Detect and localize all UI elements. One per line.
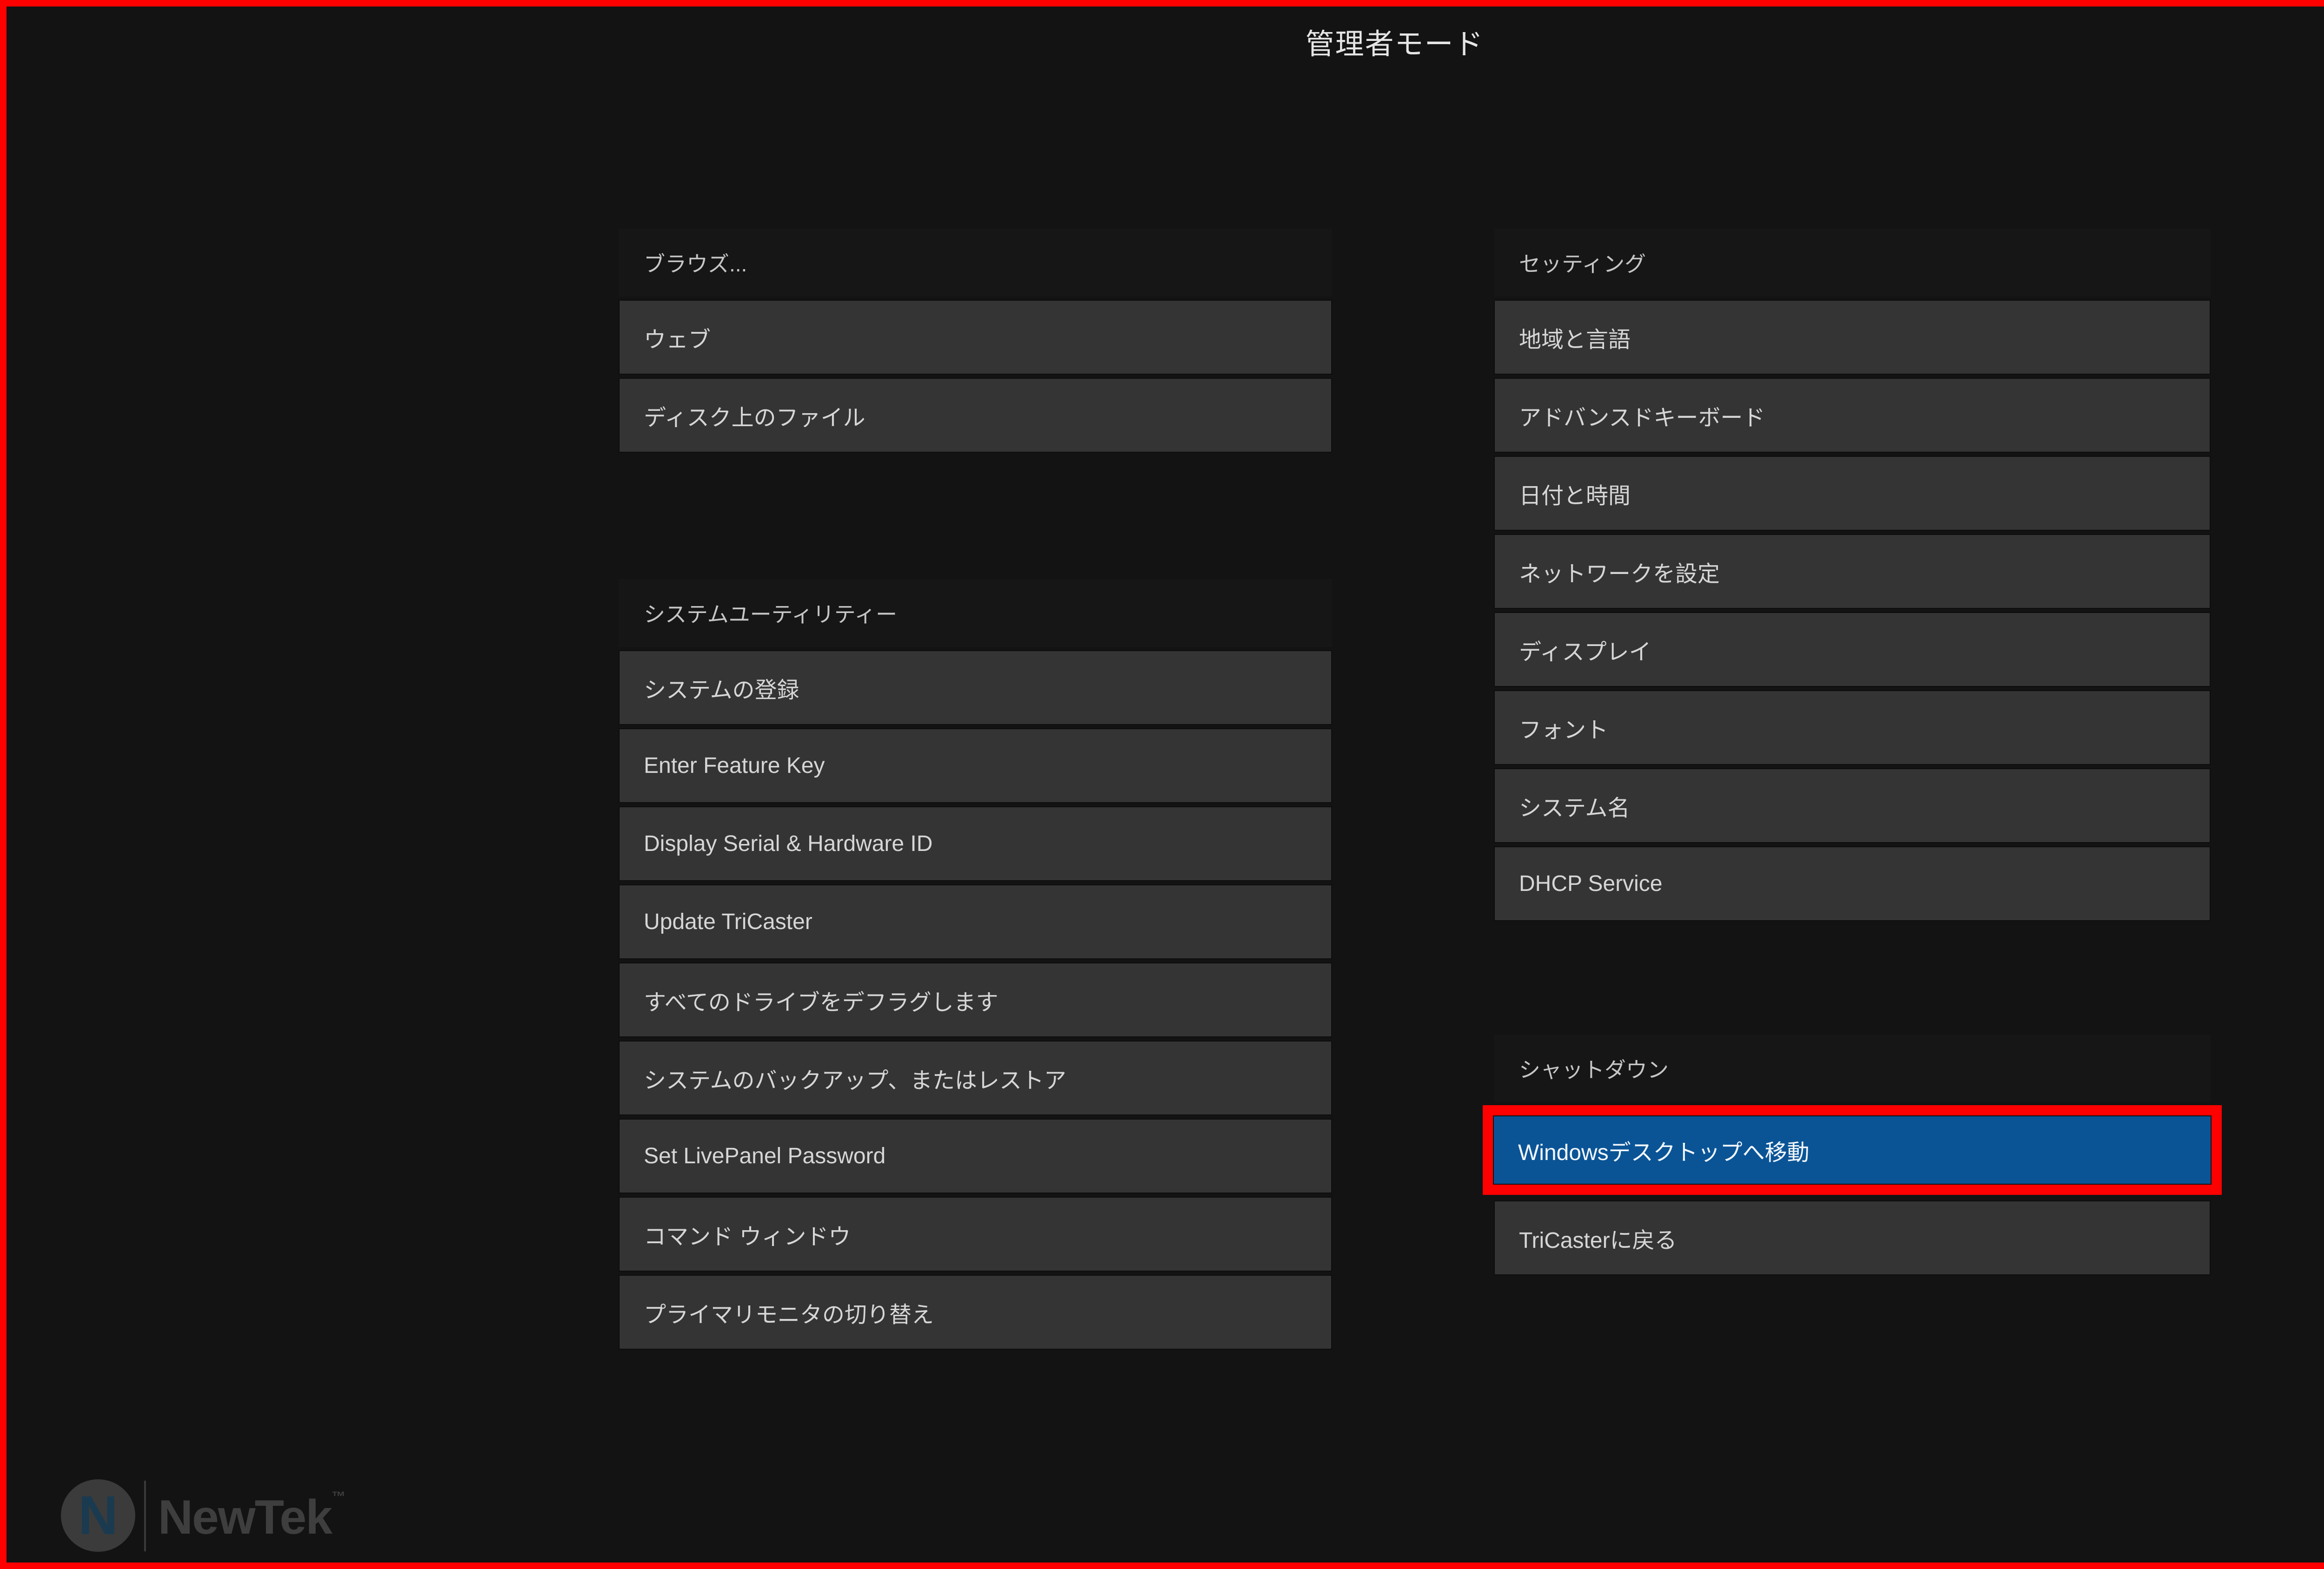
system-utilities-header: システムユーティリティー (619, 579, 1332, 647)
browse-section: ブラウズ... ウェブ ディスク上のファイル (619, 229, 1332, 453)
item-go-to-windows-desktop[interactable]: Windowsデスクトップへ移動 (1494, 1116, 2211, 1184)
item-command-window[interactable]: コマンド ウィンドウ (619, 1197, 1332, 1272)
item-defrag-all-drives[interactable]: すべてのドライブをデフラグします (619, 962, 1332, 1037)
svg-text:N: N (78, 1485, 118, 1546)
newtek-logo-icon: N (59, 1477, 138, 1554)
item-register-system[interactable]: システムの登録 (619, 650, 1332, 725)
newtek-logo-trademark: ™ (331, 1489, 344, 1504)
right-column: セッティング 地域と言語 アドバンスドキーボード 日付と時間 ネットワークを設定… (1494, 229, 2211, 1279)
item-fonts[interactable]: フォント (1494, 690, 2211, 765)
item-files-on-disk[interactable]: ディスク上のファイル (619, 378, 1332, 453)
settings-section-header: セッティング (1494, 229, 2211, 297)
left-column: ブラウズ... ウェブ ディスク上のファイル システムユーティリティー システム… (619, 229, 1332, 1353)
newtek-logo-wordmark: NewTek (158, 1490, 331, 1544)
admin-mode-screen: { "page": { "title": "管理者モード" }, "colors… (0, 0, 2324, 1569)
item-switch-primary-monitor[interactable]: プライマリモニタの切り替え (619, 1275, 1332, 1350)
item-advanced-keyboard[interactable]: アドバンスドキーボード (1494, 378, 2211, 453)
item-backup-restore-system[interactable]: システムのバックアップ、またはレストア (619, 1041, 1332, 1115)
shutdown-section: シャットダウン Windowsデスクトップへ移動 TriCasterに戻る (1494, 1035, 2211, 1275)
newtek-logo: N NewTek™ (59, 1477, 344, 1554)
shutdown-section-header: シャットダウン (1494, 1035, 2211, 1102)
item-region-language[interactable]: 地域と言語 (1494, 300, 2211, 375)
item-date-time[interactable]: 日付と時間 (1494, 456, 2211, 531)
item-return-to-tricaster[interactable]: TriCasterに戻る (1494, 1200, 2211, 1275)
settings-section: セッティング 地域と言語 アドバンスドキーボード 日付と時間 ネットワークを設定… (1494, 229, 2211, 921)
item-set-livepanel-password[interactable]: Set LivePanel Password (619, 1119, 1332, 1193)
item-display-serial-hardware-id[interactable]: Display Serial & Hardware ID (619, 806, 1332, 881)
browse-section-header: ブラウズ... (619, 229, 1332, 297)
item-enter-feature-key[interactable]: Enter Feature Key (619, 728, 1332, 803)
system-utilities-section: システムユーティリティー システムの登録 Enter Feature Key D… (619, 579, 1332, 1350)
item-go-to-windows-desktop-label: Windowsデスクトップへ移動 (1518, 1134, 1809, 1167)
page-title: 管理者モード (7, 20, 2324, 62)
item-display[interactable]: ディスプレイ (1494, 612, 2211, 687)
item-configure-network[interactable]: ネットワークを設定 (1494, 534, 2211, 609)
item-system-name[interactable]: システム名 (1494, 768, 2211, 843)
newtek-logo-divider (144, 1481, 146, 1551)
item-update-tricaster[interactable]: Update TriCaster (619, 884, 1332, 959)
newtek-logo-text: NewTek™ (158, 1490, 344, 1542)
item-web[interactable]: ウェブ (619, 300, 1332, 375)
item-dhcp-service[interactable]: DHCP Service (1494, 846, 2211, 921)
